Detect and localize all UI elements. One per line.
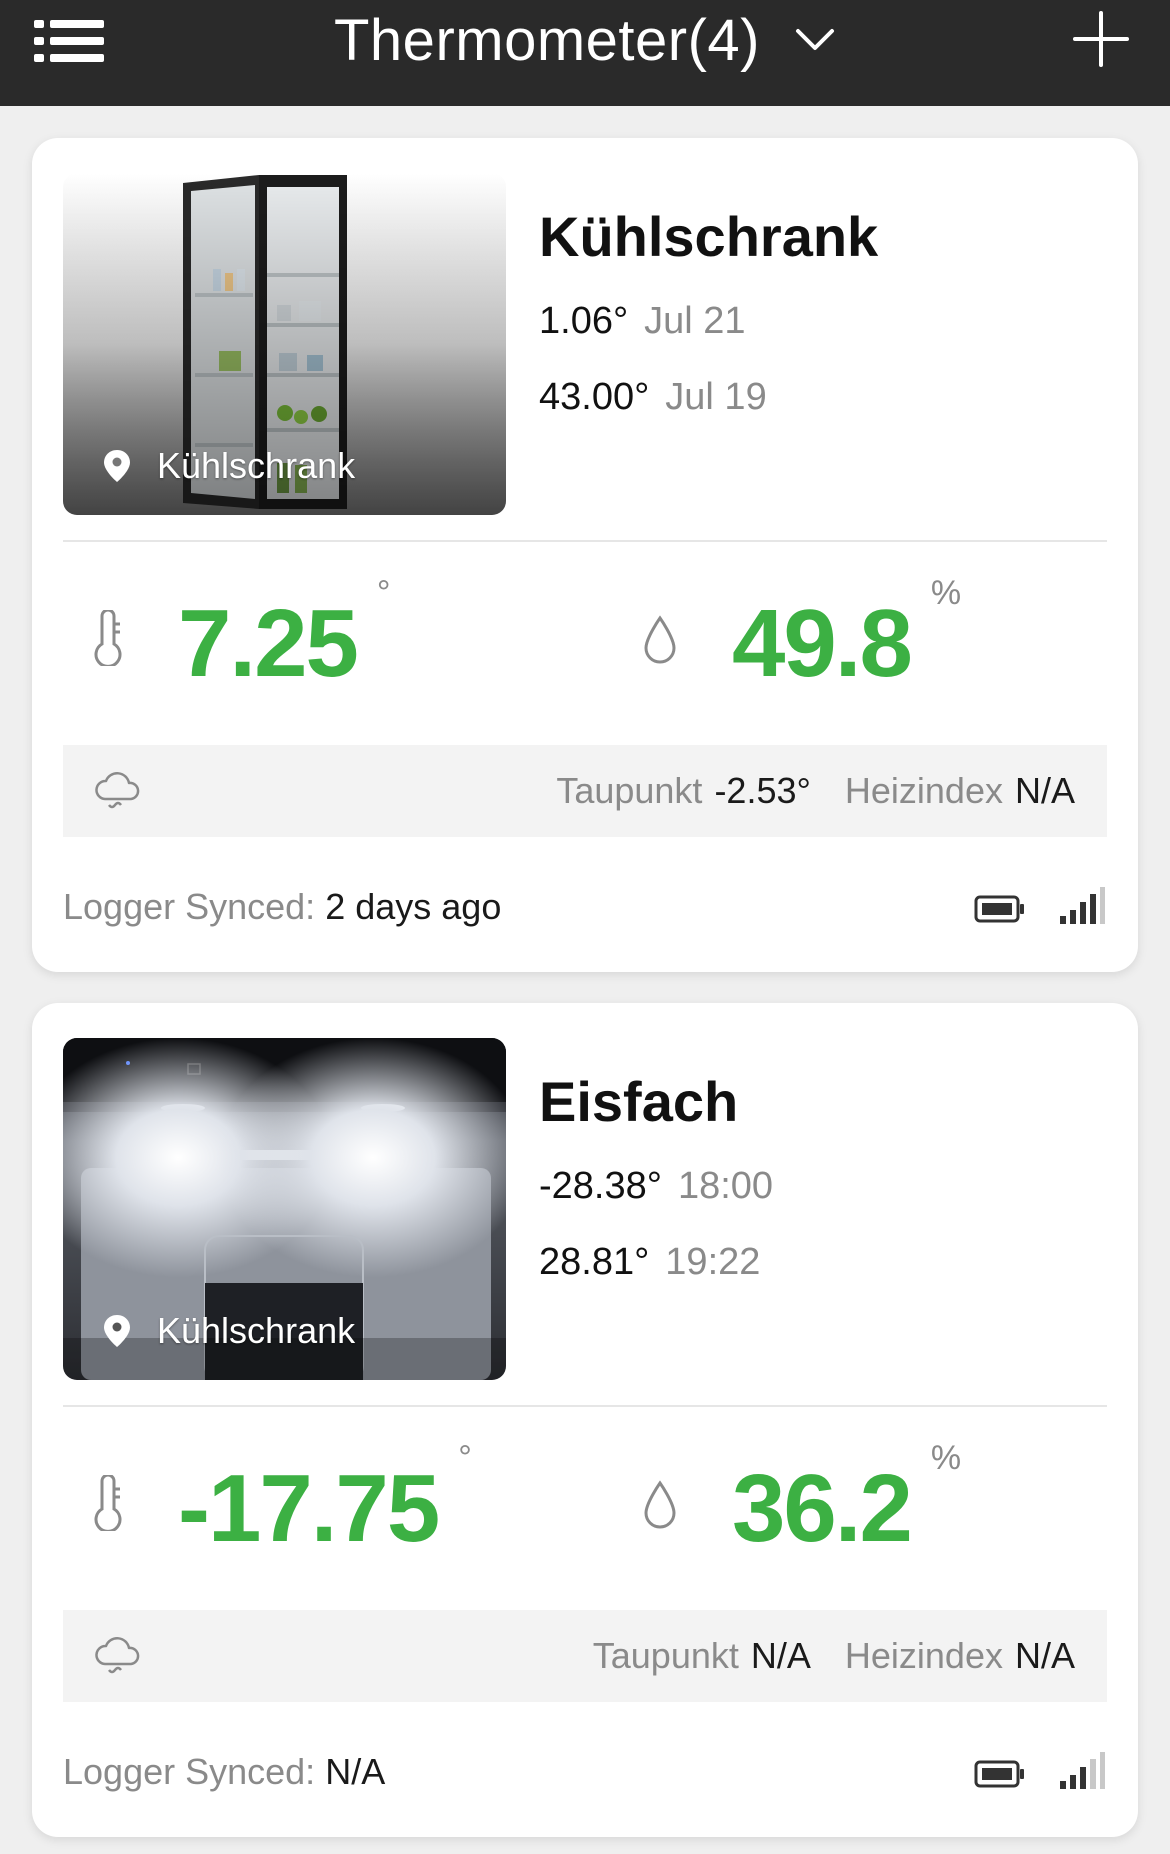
temperature-reading: 7.25 °	[90, 560, 391, 692]
droplet-icon	[644, 615, 676, 664]
sync-value: 2 days ago	[325, 886, 502, 927]
humidity-value: 36.2	[732, 1455, 913, 1562]
signal-bars-icon	[1060, 887, 1105, 924]
min-reading: -28.38° 18:00	[539, 1165, 773, 1208]
temperature-unit: °	[458, 1439, 472, 1477]
sync-status: Logger Synced: 2 days ago	[63, 886, 501, 928]
battery-icon	[974, 1760, 1024, 1788]
humidity-reading: 36.2 %	[642, 1425, 962, 1557]
max-time: Jul 19	[665, 376, 767, 418]
droplet-icon	[644, 1480, 676, 1529]
cloud-icon	[95, 772, 140, 809]
max-time: 19:22	[665, 1241, 761, 1283]
chevron-down-icon	[795, 29, 834, 50]
temperature-unit: °	[376, 574, 391, 612]
humidity-unit: %	[930, 574, 962, 612]
sync-status: Logger Synced: N/A	[63, 1751, 385, 1793]
max-reading: 43.00° Jul 19	[539, 376, 767, 419]
dewpoint-label: Taupunkt	[556, 770, 703, 811]
device-name: Kühlschrank	[539, 205, 879, 268]
device-card[interactable]: Kühlschrank Kühlschrank 1.06° Jul 21 43.0…	[32, 138, 1138, 972]
battery-icon	[974, 895, 1024, 923]
divider	[63, 540, 1107, 542]
dewpoint-value: N/A	[750, 1635, 811, 1676]
humidity-reading: 49.8 %	[642, 560, 962, 692]
max-value: 43.00°	[539, 376, 650, 418]
location-text: Kühlschrank	[157, 445, 356, 486]
temperature-reading: -17.75 °	[90, 1425, 472, 1557]
max-reading: 28.81° 19:22	[539, 1241, 760, 1284]
heatindex-label: Heizindex	[844, 1635, 1003, 1676]
sync-label: Logger Synced:	[63, 886, 316, 927]
device-selector[interactable]: Thermometer(4)	[0, 0, 1170, 80]
thermometer-icon	[94, 1475, 122, 1531]
climate-info: Taupunkt -2.53° Heizindex N/A	[63, 745, 1107, 837]
cloud-icon	[95, 1637, 140, 1674]
humidity-unit: %	[930, 1439, 962, 1477]
plus-icon[interactable]	[1072, 10, 1130, 68]
min-value: -28.38°	[539, 1165, 662, 1207]
top-bar: Thermometer(4)	[0, 0, 1170, 106]
climate-info: Taupunkt N/A Heizindex N/A	[63, 1610, 1107, 1702]
min-time: Jul 21	[644, 300, 746, 342]
device-photo: Kühlschrank	[63, 173, 506, 515]
sync-value: N/A	[325, 1751, 386, 1792]
signal-bars-icon	[1060, 1752, 1105, 1789]
thermometer-icon	[94, 610, 122, 666]
page-title: Thermometer(4)	[334, 7, 760, 73]
humidity-value: 49.8	[732, 590, 913, 697]
location-pin-icon	[104, 450, 130, 482]
min-time: 18:00	[677, 1165, 774, 1207]
max-value: 28.81°	[539, 1241, 650, 1283]
location-label: Kühlschrank	[103, 1310, 355, 1352]
location-text: Kühlschrank	[157, 1310, 356, 1351]
device-name: Eisfach	[539, 1070, 739, 1133]
divider	[63, 1405, 1107, 1407]
location-label: Kühlschrank	[103, 445, 355, 487]
min-reading: 1.06° Jul 21	[539, 300, 746, 343]
heatindex-label: Heizindex	[844, 770, 1003, 811]
heatindex-value: N/A	[1014, 770, 1075, 811]
temperature-value: -17.75	[178, 1455, 440, 1562]
device-photo: Kühlschrank	[63, 1038, 506, 1380]
device-card[interactable]: Kühlschrank Eisfach -28.38° 18:00 28.81° 1…	[32, 1003, 1138, 1837]
min-value: 1.06°	[539, 300, 629, 342]
location-pin-icon	[104, 1315, 130, 1347]
heatindex-value: N/A	[1014, 1635, 1075, 1676]
temperature-value: 7.25	[178, 590, 359, 697]
dewpoint-label: Taupunkt	[592, 1635, 739, 1676]
dewpoint-value: -2.53°	[714, 770, 811, 811]
sync-label: Logger Synced:	[63, 1751, 316, 1792]
